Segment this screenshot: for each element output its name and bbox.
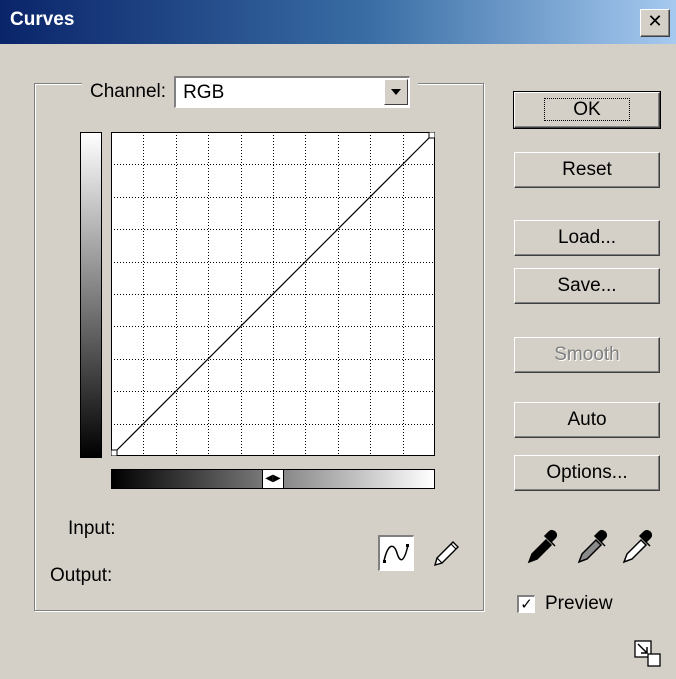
- curve-point-start: [111, 449, 118, 456]
- auto-button[interactable]: Auto: [514, 402, 660, 438]
- load-button[interactable]: Load...: [514, 220, 660, 256]
- options-button[interactable]: Options...: [514, 455, 660, 491]
- input-label: Input:: [68, 518, 116, 539]
- channel-row: Channel: RGB: [82, 74, 419, 110]
- curve-tool-icon: [383, 544, 409, 563]
- reset-button[interactable]: Reset: [514, 152, 660, 188]
- save-button[interactable]: Save...: [514, 268, 660, 304]
- ok-button-label: OK: [544, 98, 630, 121]
- pencil-icon: [433, 541, 459, 567]
- output-label: Output:: [50, 565, 113, 586]
- title-bar: Curves ✕: [0, 0, 676, 44]
- channel-select[interactable]: RGB: [174, 76, 411, 108]
- smooth-button[interactable]: Smooth: [514, 337, 660, 373]
- preview-label: Preview: [545, 593, 613, 614]
- curve-tool-button[interactable]: [378, 535, 414, 571]
- curve-graph[interactable]: [111, 132, 435, 456]
- expand-dialog-icon[interactable]: [634, 640, 662, 668]
- channel-select-value: RGB: [183, 82, 225, 103]
- black-point-eyedropper-icon[interactable]: [525, 526, 561, 566]
- preview-checkbox[interactable]: ✓: [517, 595, 535, 613]
- channel-label: Channel:: [90, 81, 167, 102]
- close-button[interactable]: ✕: [640, 9, 670, 37]
- input-gradient-bar: ◀▶: [111, 469, 435, 489]
- curve-point-end: [428, 132, 435, 139]
- gradient-direction-toggle[interactable]: ◀▶: [262, 470, 284, 488]
- window-title: Curves: [10, 9, 75, 30]
- white-point-eyedropper-icon[interactable]: [620, 526, 656, 566]
- pencil-tool-button[interactable]: [427, 535, 463, 571]
- gray-point-eyedropper-icon[interactable]: [575, 526, 611, 566]
- ok-button[interactable]: OK: [513, 91, 661, 129]
- dropdown-arrow-icon[interactable]: [384, 79, 409, 105]
- output-gradient-bar: [80, 132, 102, 458]
- close-icon: ✕: [647, 11, 663, 32]
